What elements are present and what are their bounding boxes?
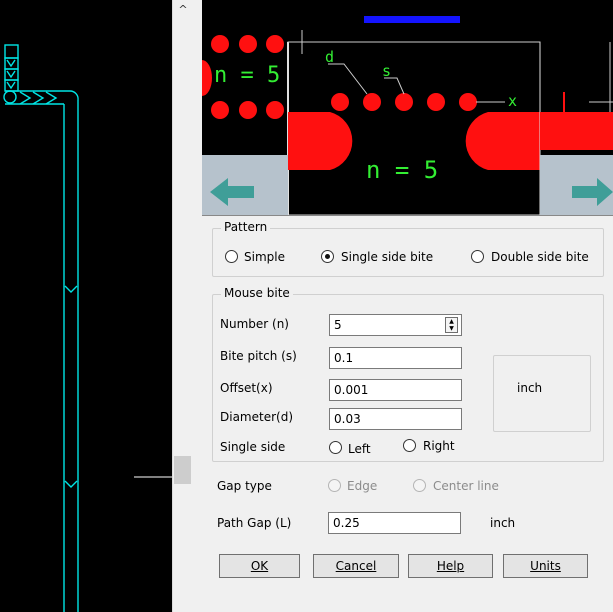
ok-button[interactable]: OK [219,554,300,578]
preview-graphic: n = 5 d s x n = 5 L [202,16,613,215]
radio-left-label: Left [348,442,371,456]
spinner-arrows-icon[interactable]: ▲ ▼ [445,317,458,333]
radio-double-side-bite[interactable] [471,250,484,263]
preview-label-L: L [590,114,596,125]
preview-label-d: d [325,48,334,66]
path-gap-unit: inch [490,516,516,530]
radio-center-line-label: Center line [433,479,499,493]
preview-label-s: s [382,62,391,80]
pad-shape [4,57,19,70]
mouse-bite-dialog: n = 5 d s x n = 5 L Pattern Simple Singl… [202,0,613,612]
offset-label: Offset(x) [220,381,273,395]
preview-label-n: n = 5 [214,63,280,88]
pattern-group-title: Pattern [221,220,271,234]
number-stepper[interactable]: 5 ▲ ▼ [329,314,462,336]
preview-prev-panel [202,155,288,215]
radio-center-line[interactable] [413,479,426,492]
help-button[interactable]: Help [408,554,493,578]
ok-button-label: OK [250,559,269,573]
mouse-bite-group-title: Mouse bite [221,286,293,300]
radio-single-side-bite-label: Single side bite [341,250,434,264]
path-gap-label: Path Gap (L) [217,516,292,530]
radio-edge-label: Edge [347,479,378,493]
number-value: 5 [334,318,342,332]
radio-double-side-bite-label: Double side bite [491,250,589,264]
preview-label-n-center: n = 5 [366,156,438,184]
offset-field[interactable]: 0.001 [329,379,462,401]
preview-image: n = 5 d s x n = 5 L [202,0,613,216]
units-button-label: Units [530,559,561,573]
cancel-button-label: Cancel [335,559,377,573]
unit-box-label: inch [517,381,543,395]
radio-left[interactable] [329,441,342,454]
diameter-label: Diameter(d) [220,410,294,424]
gap-type-label: Gap type [217,479,272,493]
pattern-group: Pattern Simple Single side bite Double s… [212,220,604,277]
preview-label-x: x [508,92,517,110]
cancel-button[interactable]: Cancel [313,554,399,578]
trace-drawing [3,44,172,612]
scroll-thumb[interactable] [174,456,191,484]
path-gap-field[interactable]: 0.25 [328,512,461,534]
scroll-up-arrow-icon[interactable]: ^ [173,0,193,20]
radio-simple[interactable] [225,250,238,263]
cad-canvas[interactable] [0,0,172,612]
bite-pitch-label: Bite pitch (s) [220,349,297,363]
preview-accent-bar [364,16,460,23]
unit-box: inch [493,355,591,432]
single-side-label: Single side [220,440,286,454]
pad-shape [4,79,19,92]
radio-simple-label: Simple [244,250,285,264]
pad-shape [4,68,19,81]
mouse-bite-group: Mouse bite Number (n) 5 ▲ ▼ Bite pitch (s… [212,286,604,462]
bite-pitch-field[interactable]: 0.1 [329,347,462,369]
radio-right-label: Right [423,439,455,453]
number-label: Number (n) [220,317,289,331]
diameter-field[interactable]: 0.03 [329,408,462,430]
radio-edge[interactable] [328,479,341,492]
pad-shape [4,44,19,59]
help-button-label: Help [436,559,465,573]
units-button[interactable]: Units [503,554,588,578]
radio-single-side-bite[interactable] [321,250,334,263]
vertical-scrollbar[interactable]: ^ [172,0,193,612]
radio-right[interactable] [403,439,416,452]
